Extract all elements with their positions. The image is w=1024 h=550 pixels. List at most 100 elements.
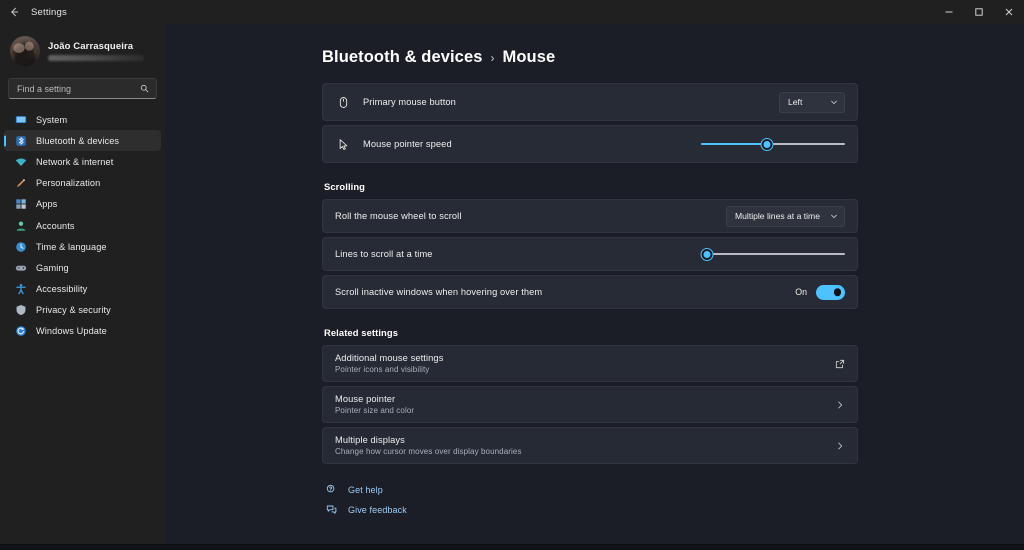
sidebar-item-windows-update[interactable]: Windows Update bbox=[4, 321, 161, 342]
footer-links: Get help Give feedback bbox=[322, 484, 858, 515]
chevron-down-icon bbox=[830, 93, 838, 111]
related-settings-heading: Related settings bbox=[324, 327, 399, 338]
sidebar-item-personalization[interactable]: Personalization bbox=[4, 173, 161, 194]
privacy-security-icon bbox=[14, 304, 27, 317]
sidebar-item-label: Time & language bbox=[36, 241, 107, 252]
row-title: Mouse pointer bbox=[335, 394, 396, 404]
page-title: Mouse bbox=[502, 48, 556, 66]
breadcrumb-separator: › bbox=[490, 51, 495, 65]
sidebar-item-network-internet[interactable]: Network & internet bbox=[4, 151, 161, 172]
gaming-icon bbox=[14, 261, 27, 274]
windows-update-icon bbox=[14, 325, 27, 338]
search-box[interactable] bbox=[8, 78, 157, 99]
cursor-arrow-icon bbox=[335, 138, 351, 151]
primary-mouse-button-row: Primary mouse button Left bbox=[322, 83, 858, 121]
row-subtitle: Pointer size and color bbox=[335, 406, 415, 415]
related-settings-group: Additional mouse settings Pointer icons … bbox=[322, 345, 858, 464]
sidebar-item-system[interactable]: System bbox=[4, 109, 161, 130]
scroll-inactive-toggle-wrap: On bbox=[795, 284, 845, 300]
search-input[interactable] bbox=[17, 83, 134, 94]
taskbar-strip bbox=[0, 544, 1024, 550]
sidebar-item-accounts[interactable]: Accounts bbox=[4, 215, 161, 236]
search-section bbox=[0, 70, 165, 105]
accounts-icon bbox=[14, 219, 27, 232]
lines-to-scroll-slider[interactable] bbox=[701, 246, 845, 262]
row-subtitle: Change how cursor moves over display bou… bbox=[335, 447, 522, 456]
personalization-icon bbox=[14, 177, 27, 190]
sidebar-item-label: Apps bbox=[36, 199, 58, 210]
mouse-wheel-scroll-row: Roll the mouse wheel to scroll Multiple … bbox=[322, 199, 858, 233]
main-content: Bluetooth & devices › Mouse Primary mous… bbox=[165, 24, 1024, 550]
profile-name: João Carrasqueira bbox=[48, 40, 134, 52]
sidebar-item-label: Windows Update bbox=[36, 326, 107, 337]
mouse-icon bbox=[335, 96, 351, 109]
help-icon bbox=[325, 484, 338, 495]
lines-to-scroll-row: Lines to scroll at a time bbox=[322, 237, 858, 271]
profile-section[interactable]: João Carrasqueira bbox=[0, 30, 165, 70]
additional-mouse-settings-row[interactable]: Additional mouse settings Pointer icons … bbox=[322, 345, 858, 382]
maximize-button[interactable] bbox=[964, 0, 994, 24]
external-link-icon bbox=[835, 359, 845, 369]
sidebar: João Carrasqueira Find a setting System … bbox=[0, 24, 165, 550]
row-text: Additional mouse settings Pointer icons … bbox=[335, 353, 443, 374]
mouse-pointer-speed-slider[interactable] bbox=[701, 136, 845, 152]
system-icon bbox=[14, 113, 27, 126]
profile-email-redacted bbox=[48, 54, 144, 61]
slider-thumb[interactable] bbox=[701, 248, 713, 260]
sidebar-item-label: Network & internet bbox=[36, 156, 114, 167]
toggle-state-label: On bbox=[795, 287, 807, 297]
mouse-pointer-speed-row: Mouse pointer speed bbox=[322, 125, 858, 163]
apps-icon bbox=[14, 198, 27, 211]
dropdown-value: Left bbox=[788, 97, 803, 107]
sidebar-item-bluetooth-devices[interactable]: Bluetooth & devices bbox=[4, 130, 161, 152]
lines-to-scroll-label: Lines to scroll at a time bbox=[335, 249, 433, 259]
bluetooth-icon bbox=[14, 134, 27, 147]
slider-thumb[interactable] bbox=[761, 138, 773, 150]
sidebar-item-gaming[interactable]: Gaming bbox=[4, 257, 161, 278]
sidebar-item-privacy-security[interactable]: Privacy & security bbox=[4, 300, 161, 321]
sidebar-item-time-language[interactable]: Time & language bbox=[4, 236, 161, 257]
network-icon bbox=[14, 155, 27, 168]
scroll-inactive-windows-row: Scroll inactive windows when hovering ov… bbox=[322, 275, 858, 309]
row-subtitle: Pointer icons and visibility bbox=[335, 365, 430, 374]
sidebar-item-label: Bluetooth & devices bbox=[36, 135, 120, 146]
back-arrow-icon[interactable] bbox=[0, 0, 28, 24]
sidebar-item-label: Gaming bbox=[36, 262, 69, 273]
search-icon bbox=[140, 80, 149, 98]
sidebar-item-label: System bbox=[36, 114, 68, 125]
mouse-wheel-scroll-label: Roll the mouse wheel to scroll bbox=[335, 211, 462, 221]
mouse-pointer-row[interactable]: Mouse pointer Pointer size and color bbox=[322, 386, 858, 423]
close-button[interactable] bbox=[994, 0, 1024, 24]
profile-text: João Carrasqueira bbox=[48, 41, 144, 61]
breadcrumb-parent[interactable]: Bluetooth & devices bbox=[322, 48, 483, 67]
row-text: Multiple displays Change how cursor move… bbox=[335, 435, 522, 456]
window-body: João Carrasqueira Find a setting System … bbox=[0, 24, 1024, 550]
feedback-icon bbox=[325, 504, 338, 515]
sidebar-item-label: Accessibility bbox=[36, 284, 88, 295]
sidebar-nav: System Bluetooth & devices Network & int… bbox=[0, 109, 165, 342]
sidebar-item-apps[interactable]: Apps bbox=[4, 194, 161, 215]
row-text: Mouse pointer Pointer size and color bbox=[335, 394, 414, 415]
chevron-right-icon bbox=[835, 400, 845, 410]
multiple-displays-row[interactable]: Multiple displays Change how cursor move… bbox=[322, 427, 858, 464]
title-bar: Settings bbox=[0, 0, 1024, 24]
settings-window: Settings João Carrasqueira Find a settin… bbox=[0, 0, 1024, 550]
sidebar-item-label: Accounts bbox=[36, 220, 75, 231]
chevron-down-icon bbox=[830, 207, 838, 225]
scrolling-group: Roll the mouse wheel to scroll Multiple … bbox=[322, 199, 858, 309]
mouse-wheel-scroll-dropdown[interactable]: Multiple lines at a time bbox=[725, 205, 845, 227]
content-column: Bluetooth & devices › Mouse Primary mous… bbox=[322, 24, 858, 515]
row-title: Additional mouse settings bbox=[335, 353, 444, 363]
dropdown-value: Multiple lines at a time bbox=[734, 211, 820, 221]
toggle-knob bbox=[833, 288, 841, 296]
get-help-label: Get help bbox=[348, 484, 383, 495]
accessibility-icon bbox=[14, 283, 27, 296]
primary-mouse-button-dropdown[interactable]: Left bbox=[779, 91, 845, 113]
give-feedback-link[interactable]: Give feedback bbox=[325, 504, 858, 515]
slider-fill bbox=[701, 142, 768, 146]
scroll-inactive-windows-toggle[interactable] bbox=[816, 284, 845, 300]
sidebar-item-accessibility[interactable]: Accessibility bbox=[4, 279, 161, 300]
minimize-button[interactable] bbox=[934, 0, 964, 24]
sidebar-item-label: Privacy & security bbox=[36, 305, 111, 316]
get-help-link[interactable]: Get help bbox=[325, 484, 858, 495]
